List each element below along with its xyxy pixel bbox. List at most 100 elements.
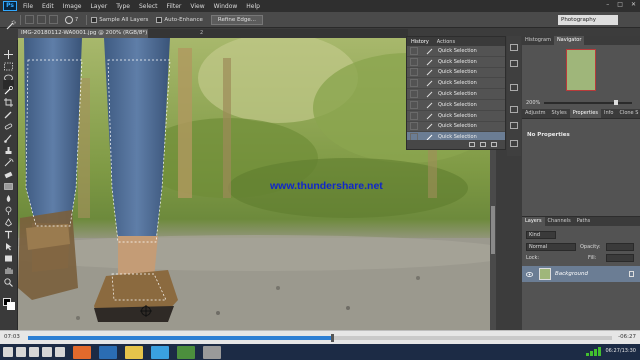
forward-icon[interactable] [42,347,52,357]
brush-tool-icon[interactable] [3,128,14,143]
minimize-button[interactable]: – [606,1,609,8]
history-source-checkbox[interactable] [410,90,418,99]
brush-size-icon[interactable] [65,15,73,24]
refine-edge-button[interactable]: Refine Edge... [210,14,264,25]
opacity-input[interactable] [606,243,634,251]
history-source-checkbox[interactable] [410,122,418,131]
fullscreen-icon[interactable] [55,347,65,357]
eraser-tool-icon[interactable] [3,164,14,179]
photoshop-taskbar-icon[interactable] [151,345,169,359]
menu-file[interactable]: File [23,3,33,10]
history-brush-tool-icon[interactable] [3,152,14,167]
zoom-level[interactable]: 200% [526,100,540,106]
subtract-selection-icon[interactable] [49,15,58,24]
layer-name[interactable]: Background [555,271,588,277]
history-source-checkbox[interactable] [410,100,418,109]
history-item[interactable]: Quick Selection [407,111,505,122]
menu-layer[interactable]: Layer [90,3,107,10]
tab-layers[interactable]: Layers [522,217,545,226]
document-tab[interactable]: IMG-20180112-WA0001.jpg @ 200% (RGB/8*) [18,29,148,38]
menu-type[interactable]: Type [116,3,130,10]
workspace-select[interactable]: Photography [558,15,618,25]
menu-window[interactable]: Window [214,3,238,10]
tab-clone-source[interactable]: Clone S [616,109,640,118]
new-selection-icon[interactable] [25,15,34,24]
history-source-checkbox[interactable] [410,111,418,120]
rectangle-tool-icon[interactable] [3,248,14,262]
tab-history[interactable]: History [411,39,429,45]
dodge-tool-icon[interactable] [3,200,14,215]
history-source-checkbox[interactable] [410,68,418,77]
rewind-icon[interactable] [29,347,39,357]
auto-enhance-checkbox[interactable] [156,16,163,23]
lasso-tool-icon[interactable] [3,68,14,82]
history-item[interactable]: Quick Selection [407,122,505,133]
layer-kind-filter[interactable]: Kind [526,231,556,239]
quick-selection-tool-icon[interactable] [3,80,14,95]
add-to-selection-icon[interactable] [37,15,46,24]
character-panel-icon[interactable] [510,84,518,91]
seek-bar-handle[interactable] [330,334,334,342]
hand-tool-icon[interactable] [3,260,14,274]
tab-info[interactable]: Info [601,109,616,118]
history-item[interactable]: Quick Selection [407,100,505,111]
navigator-thumbnail[interactable] [566,49,596,91]
snapshot-icon[interactable] [480,142,486,147]
tab-histogram[interactable]: Histogram [522,36,554,45]
move-tool-icon[interactable] [3,44,14,59]
type-tool-icon[interactable] [3,224,14,239]
close-button[interactable]: ✕ [631,1,636,8]
actions-panel-icon[interactable] [510,60,518,67]
gradient-tool-icon[interactable] [3,176,14,190]
app-icon[interactable] [203,345,221,359]
menu-help[interactable]: Help [246,3,260,10]
tab-properties[interactable]: Properties [569,109,601,118]
crop-tool-icon[interactable] [3,92,14,107]
zoom-slider[interactable] [544,100,632,105]
history-item[interactable]: Quick Selection [407,57,505,68]
blend-mode-select[interactable]: Normal [526,243,576,251]
eye-icon[interactable] [526,271,533,277]
volume-level-icon[interactable] [586,346,602,356]
history-item[interactable]: Quick Selection [407,89,505,100]
history-item[interactable]: Quick Selection [407,68,505,79]
tab-channels[interactable]: Channels [545,217,574,226]
menu-edit[interactable]: Edit [42,3,54,10]
play-icon[interactable] [3,347,13,357]
sample-all-layers-checkbox[interactable] [91,16,98,23]
history-source-checkbox[interactable] [410,46,418,55]
blur-tool-icon[interactable] [3,188,14,202]
clone-source-panel-icon[interactable] [510,140,518,147]
history-source-checkbox[interactable] [410,79,418,88]
marquee-tool-icon[interactable] [3,56,14,71]
app-icon[interactable] [177,345,195,359]
firefox-icon[interactable] [73,345,91,359]
menu-image[interactable]: Image [63,3,82,10]
path-selection-tool-icon[interactable] [3,236,14,251]
history-item[interactable]: Quick Selection [407,46,505,57]
background-color-swatch[interactable] [7,302,15,310]
healing-brush-tool-icon[interactable] [3,116,14,130]
media-player-icon[interactable] [99,345,117,359]
clone-stamp-tool-icon[interactable] [3,140,14,154]
history-panel-icon[interactable] [510,44,518,51]
maximize-button[interactable]: □ [617,1,623,8]
zoom-tool-icon[interactable] [3,272,14,287]
trash-icon[interactable] [491,142,497,147]
fill-input[interactable] [606,254,634,262]
tab-paths[interactable]: Paths [574,217,594,226]
quick-selection-tool-icon[interactable] [6,15,16,29]
brush-size-value[interactable]: 7 [75,17,78,23]
tab-navigator[interactable]: Navigator [553,36,585,45]
zoom-slider-handle[interactable] [614,100,618,105]
stop-icon[interactable] [16,347,26,357]
tab-adjustments[interactable]: Adjustm [522,109,549,118]
tab-styles[interactable]: Styles [549,109,570,118]
history-source-checkbox[interactable] [410,57,418,66]
menu-view[interactable]: View [190,3,204,10]
brush-panel-icon[interactable] [510,122,518,129]
layer-row-background[interactable]: Background [522,266,640,282]
tab-actions[interactable]: Actions [437,39,455,45]
layer-comps-panel-icon[interactable] [510,106,518,113]
menu-filter[interactable]: Filter [167,3,182,10]
